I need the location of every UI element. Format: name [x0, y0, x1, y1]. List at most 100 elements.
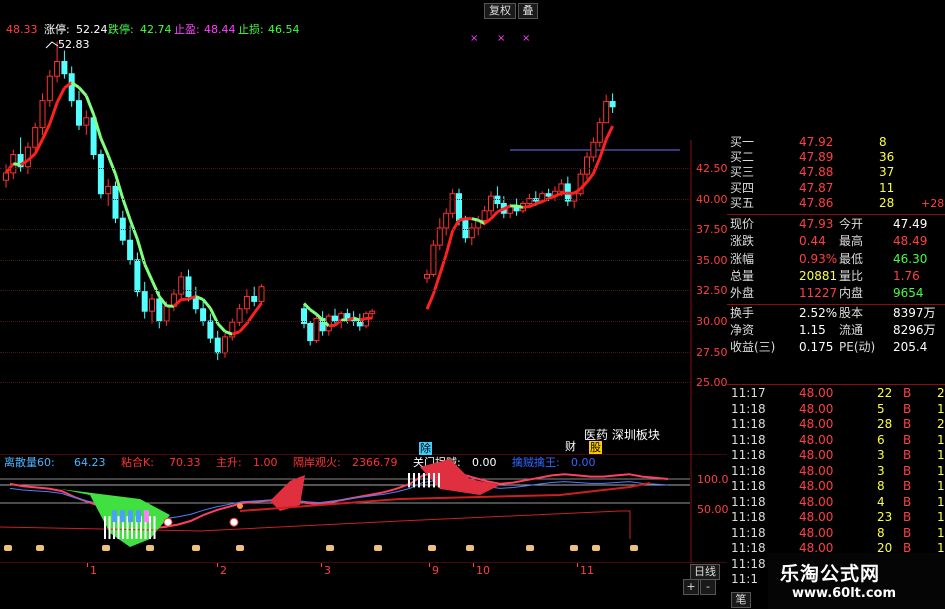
price-tick-label: 35.00 — [696, 253, 728, 267]
candle — [200, 301, 207, 326]
tick-cell: 48.00 — [799, 448, 834, 462]
tick-cell: 11:18 — [731, 417, 766, 431]
watermark: 乐淘公式网 www.60lt.com — [768, 553, 945, 609]
tick-row[interactable]: 11:17 48.00 22 B 2 — [727, 386, 945, 402]
quote-divider — [727, 384, 945, 385]
candle — [313, 313, 320, 344]
tick-cell: 11:18 — [731, 494, 766, 509]
order-book-row: 买四 47.87 11 — [727, 181, 945, 196]
quote-stat-value-2: 8397万 — [893, 305, 936, 320]
tick-cell: 1 — [937, 448, 945, 462]
tick-cell: 2 — [937, 417, 945, 431]
time-tick-mark — [217, 563, 218, 567]
time-tick-label: 3 — [324, 564, 331, 577]
signal-block — [120, 510, 125, 523]
tick-cell: 48.00 — [799, 494, 834, 509]
candle — [603, 94, 610, 124]
time-tick-mark — [321, 563, 322, 567]
hand-marker — [428, 545, 436, 551]
price-tick-label: 27.50 — [696, 345, 728, 359]
hand-marker — [526, 545, 534, 551]
price-tick-label: 25.00 — [696, 376, 728, 390]
quote-stat-row: 外盘 11227 内盘 9654 — [727, 286, 945, 301]
volume-bar — [423, 473, 425, 488]
candle — [207, 313, 214, 344]
candle — [236, 303, 243, 326]
quote-stat-row: 收益(三) 0.175 PE(动) 205.4 — [727, 340, 945, 355]
tick-row[interactable]: 11:18 48.00 5 B 1 — [727, 402, 945, 418]
volume-bar — [408, 473, 410, 488]
ma-segment — [458, 217, 466, 222]
price-gridline — [0, 290, 690, 292]
tick-cell: 48.00 — [799, 510, 834, 524]
tick-cell: 48.00 — [799, 463, 834, 478]
tick-row[interactable]: 11:18 48.00 4 B 1 — [727, 495, 945, 511]
tick-cell: 48.00 — [799, 386, 834, 400]
candle — [170, 289, 177, 312]
hand-marker — [102, 545, 110, 551]
tick-row[interactable]: 11:18 48.00 8 B 1 — [727, 526, 945, 542]
alert-dot — [237, 503, 243, 509]
volume-bar — [149, 516, 151, 539]
quote-stat-label: 收益(三) — [730, 340, 776, 355]
order-book-label: 买一 — [730, 135, 755, 149]
quote-stat-label: 涨幅 — [730, 251, 755, 266]
quote-stat-label-2: 量比 — [839, 268, 864, 283]
indicator-tick-label: 50.00 — [697, 503, 729, 516]
ma-segment — [489, 210, 499, 220]
order-book-change: +28 — [921, 196, 945, 210]
ma-segment — [150, 279, 161, 298]
tick-row[interactable]: 11:18 48.00 8 B 1 — [727, 479, 945, 495]
price-gridline — [0, 198, 690, 200]
quote-stat-row: 现价 47.93 今开 47.49 — [727, 217, 945, 232]
tick-cell: 11:18 — [731, 479, 766, 493]
zoom-in-button[interactable]: + — [683, 579, 699, 595]
tick-row[interactable]: 11:18 48.00 28 B 2 — [727, 417, 945, 433]
candle — [214, 330, 221, 361]
hand-marker — [630, 545, 638, 551]
note-button[interactable]: 笔 — [731, 592, 751, 608]
volume-bar — [433, 473, 435, 488]
high-marker-arrow — [45, 41, 59, 49]
candle — [609, 93, 616, 113]
candle — [307, 321, 314, 346]
volume-bar — [438, 473, 440, 488]
red-area-2 — [420, 459, 500, 495]
quote-stat-value: 11227 — [799, 286, 838, 301]
ma-segment — [604, 125, 614, 141]
tag-adjust: 除 — [419, 442, 432, 455]
tick-cell: B — [903, 525, 912, 540]
tick-row[interactable]: 11:18 48.00 23 B 1 — [727, 510, 945, 526]
candle — [141, 281, 148, 319]
tick-cell: 11:18 — [731, 510, 766, 524]
quote-stat-value: 47.93 — [799, 217, 834, 231]
tick-row[interactable]: 11:18 48.00 3 B 1 — [727, 448, 945, 464]
time-tick-mark — [87, 563, 88, 567]
tick-row[interactable]: 11:18 48.00 6 B 1 — [727, 433, 945, 449]
indicator-chart[interactable] — [0, 455, 727, 563]
tick-cell: B — [903, 479, 912, 493]
price-tick-label: 40.00 — [696, 192, 728, 206]
order-book-volume: 8 — [879, 135, 887, 149]
quote-stat-label: 外盘 — [730, 286, 755, 301]
tick-list[interactable]: 11:17 48.00 22 B 2 11:18 48.00 5 B 1 11:18 48.00 28 B… — [727, 386, 945, 586]
hand-marker — [192, 545, 200, 551]
tick-cell: 1 — [937, 510, 945, 524]
ma-segment — [77, 86, 88, 97]
quote-panel: 买一 47.92 8 买二 47.89 36 买三 47.88 37 买四 47.87 11 买五 47.… — [727, 135, 945, 385]
ma-segment — [585, 172, 595, 183]
quote-stat-value: 0.175 — [799, 340, 834, 355]
time-tick-label: 2 — [220, 564, 227, 577]
candlestick-chart[interactable] — [0, 0, 727, 455]
ma-segment — [238, 322, 249, 333]
time-tick-mark — [577, 563, 578, 567]
candle — [68, 66, 75, 107]
zoom-out-button[interactable]: - — [700, 579, 716, 595]
ma-segment — [309, 308, 318, 316]
ma-segment — [106, 154, 117, 175]
tick-row[interactable]: 11:18 48.00 3 B 1 — [727, 464, 945, 480]
period-button[interactable]: 日线 — [690, 564, 720, 580]
time-tick-label: 9 — [432, 564, 439, 577]
order-book-price: 47.89 — [799, 150, 834, 165]
signal-block — [112, 510, 117, 523]
